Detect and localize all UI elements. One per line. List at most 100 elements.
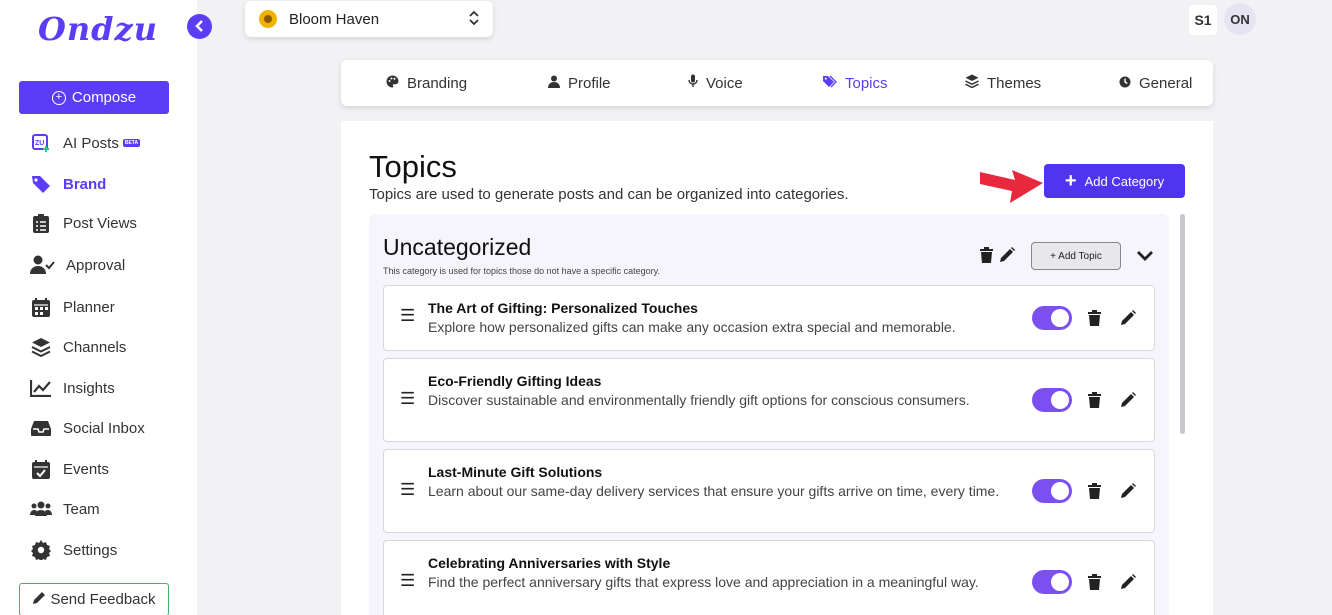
annotation-arrow-icon (980, 170, 1043, 203)
tab-themes[interactable]: Themes (965, 72, 1041, 94)
add-category-label: Add Category (1084, 173, 1165, 189)
topic-title: The Art of Gifting: Personalized Touches (428, 300, 698, 316)
sidebar-item-planner[interactable]: Planner (30, 295, 115, 319)
brand-name: Bloom Haven (289, 10, 380, 28)
brand-logo-icon (259, 10, 277, 28)
drag-handle-icon[interactable]: ☰ (400, 480, 415, 500)
tab-label: Voice (706, 74, 743, 92)
topic-enabled-toggle[interactable] (1032, 306, 1072, 330)
sidebar-item-insights[interactable]: Insights (30, 376, 115, 400)
tab-profile[interactable]: Profile (548, 72, 611, 94)
sidebar-item-events[interactable]: Events (30, 457, 109, 481)
gear-icon (30, 539, 52, 561)
chevron-down-icon[interactable] (1136, 249, 1154, 267)
tag-icon (30, 173, 52, 195)
chevron-left-icon (194, 19, 205, 35)
layers-icon (965, 74, 979, 92)
sidebar: Ondzu + Compose ZU AI Posts BETA Brand P… (0, 0, 197, 615)
sidebar-item-settings[interactable]: Settings (30, 538, 117, 562)
page-title: Topics (369, 149, 457, 184)
sidebar-item-post-views[interactable]: Post Views (30, 211, 137, 235)
pencil-icon[interactable] (1121, 310, 1136, 330)
drag-handle-icon[interactable]: ☰ (400, 571, 415, 591)
brand-selector[interactable]: Bloom Haven (245, 1, 493, 37)
add-category-button[interactable]: + Add Category (1044, 164, 1185, 198)
topic-description: Find the perfect anniversary gifts that … (428, 574, 979, 590)
pencil-icon[interactable] (1121, 574, 1136, 594)
trash-icon[interactable] (1088, 574, 1101, 595)
app-logo[interactable]: Ondzu (38, 10, 158, 48)
category-title: Uncategorized (383, 234, 532, 260)
trash-icon[interactable] (980, 247, 993, 268)
sidebar-item-label: Brand (63, 175, 107, 193)
sidebar-item-label: Insights (63, 379, 115, 397)
layers-icon (30, 336, 52, 358)
tab-label: General (1139, 74, 1193, 92)
tags-icon (823, 75, 837, 92)
sidebar-item-label: Social Inbox (63, 419, 145, 437)
scrollbar[interactable] (1180, 214, 1185, 434)
tab-label: Profile (568, 74, 611, 92)
sidebar-item-social-inbox[interactable]: Social Inbox (30, 416, 145, 440)
sidebar-item-label: Team (63, 500, 100, 518)
tab-label: Themes (987, 74, 1042, 92)
clock-icon (1119, 75, 1131, 92)
tab-general[interactable]: General (1119, 72, 1192, 94)
send-feedback-label: Send Feedback (50, 591, 156, 608)
sidebar-item-label: Settings (63, 541, 118, 559)
chevron-up-down-icon (469, 10, 479, 28)
sidebar-item-team[interactable]: Team (30, 497, 100, 521)
tab-topics[interactable]: Topics (823, 72, 888, 94)
category-card: Uncategorized This category is used for … (369, 214, 1169, 615)
sidebar-item-label: AI Posts (63, 134, 119, 152)
palette-icon (386, 75, 399, 92)
plus-circle-icon: + (51, 90, 66, 105)
topic-enabled-toggle[interactable] (1032, 570, 1072, 594)
pencil-icon[interactable] (1121, 392, 1136, 412)
topic-row[interactable]: ☰ Eco-Friendly Gifting Ideas Discover su… (383, 358, 1155, 442)
topic-description: Explore how personalized gifts can make … (428, 319, 956, 335)
compose-button[interactable]: + Compose (19, 81, 169, 114)
trash-icon[interactable] (1088, 310, 1101, 331)
inbox-icon (30, 417, 52, 439)
trash-icon[interactable] (1088, 392, 1101, 413)
sidebar-item-label: Events (63, 460, 109, 478)
user-check-icon (30, 254, 55, 276)
sidebar-item-approval[interactable]: Approval (30, 253, 125, 277)
calendar-icon (30, 296, 52, 318)
page-subtitle: Topics are used to generate posts and ca… (369, 186, 849, 203)
sidebar-item-brand[interactable]: Brand (30, 172, 106, 196)
microphone-icon (688, 74, 698, 92)
tab-branding[interactable]: Branding (386, 72, 467, 94)
trash-icon[interactable] (1088, 483, 1101, 504)
topic-description: Learn about our same-day delivery servic… (428, 483, 1000, 499)
collapse-sidebar-button[interactable] (187, 14, 212, 39)
drag-handle-icon[interactable]: ☰ (400, 389, 415, 409)
sidebar-item-channels[interactable]: Channels (30, 335, 126, 359)
topic-row[interactable]: ☰ Last-Minute Gift Solutions Learn about… (383, 449, 1155, 533)
plus-icon: + (1064, 170, 1077, 192)
clipboard-icon (30, 212, 52, 234)
beta-badge: BETA (122, 139, 141, 147)
sidebar-item-ai-posts[interactable]: ZU AI Posts BETA (30, 131, 141, 155)
add-topic-button[interactable]: + Add Topic (1031, 242, 1121, 270)
ai-posts-icon: ZU (30, 132, 52, 154)
drag-handle-icon[interactable]: ☰ (400, 306, 415, 326)
compose-label: Compose (71, 89, 137, 106)
pencil-icon[interactable] (1121, 483, 1136, 503)
user-icon (548, 75, 560, 92)
workspace-badge[interactable]: S1 (1189, 5, 1217, 35)
topic-title: Celebrating Anniversaries with Style (428, 555, 671, 571)
pencil-icon[interactable] (1000, 247, 1015, 267)
topic-enabled-toggle[interactable] (1032, 479, 1072, 503)
avatar[interactable]: ON (1224, 3, 1256, 35)
send-feedback-button[interactable]: Send Feedback (19, 583, 169, 615)
topic-row[interactable]: ☰ Celebrating Anniversaries with Style F… (383, 540, 1155, 615)
tab-voice[interactable]: Voice (688, 72, 743, 94)
topic-enabled-toggle[interactable] (1032, 388, 1072, 412)
topic-row[interactable]: ☰ The Art of Gifting: Personalized Touch… (383, 285, 1155, 351)
sidebar-item-label: Post Views (63, 214, 137, 232)
topic-description: Discover sustainable and environmentally… (428, 392, 970, 408)
tab-label: Branding (407, 74, 468, 92)
sidebar-item-label: Approval (66, 256, 126, 274)
